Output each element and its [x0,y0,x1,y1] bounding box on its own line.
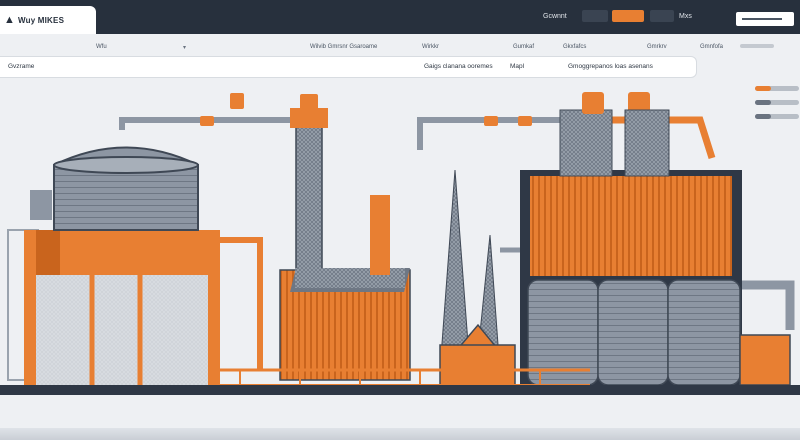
nav-item-6[interactable]: Gmrkrv [647,44,667,50]
nav-row: Wfu ▾ Wilvib Gmrsnr Gsaroame Wirkkr Gumk… [0,40,800,56]
flame-icon: ▲ [4,14,15,26]
search-input[interactable] [736,12,794,26]
search-placeholder-line [742,18,782,20]
sub-item-4[interactable]: Gmoggrepanos loas asenans [568,63,653,70]
nav-item-5[interactable]: Gkxfafcs [563,44,586,50]
nav-item-4[interactable]: Gumkaf [513,44,534,50]
nav-item-7[interactable]: Gmnfofa [700,44,723,50]
nav-item-3[interactable]: Wirkkr [422,44,439,50]
sub-bar: Gvzrame Gaigs clanana ooremes Mapl Gmogg… [0,56,697,78]
header-label-2[interactable]: Mxs [679,13,692,20]
sub-item-2[interactable]: Gaigs clanana ooremes [424,63,493,70]
silo-right [520,92,791,386]
sub-item-3[interactable]: Mapl [510,63,524,70]
logo-tab[interactable]: ▲ Wuy MIKES [0,6,96,34]
sub-item-1[interactable]: Gvzrame [8,63,34,70]
silo-left [24,146,220,390]
header-pill-dark[interactable] [582,10,608,22]
header-pill-dark-2[interactable] [650,10,674,22]
nav-item-2[interactable]: Wilvib Gmrsnr Gsaroame [310,44,377,50]
chevron-down-icon[interactable]: ▾ [183,44,186,51]
logo-text: Wuy MIKES [18,15,65,25]
header-label[interactable]: Gcwnnt [543,13,567,20]
top-bar: ▲ Wuy MIKES Gcwnnt Mxs [0,0,800,34]
header-pill-accent[interactable] [612,10,644,22]
small-tank [30,190,52,220]
floor-strip [0,428,800,440]
nav-item-1[interactable]: Wfu [96,44,107,50]
ground [0,385,800,395]
factory-illustration [0,92,800,395]
nav-pill[interactable] [740,44,774,48]
